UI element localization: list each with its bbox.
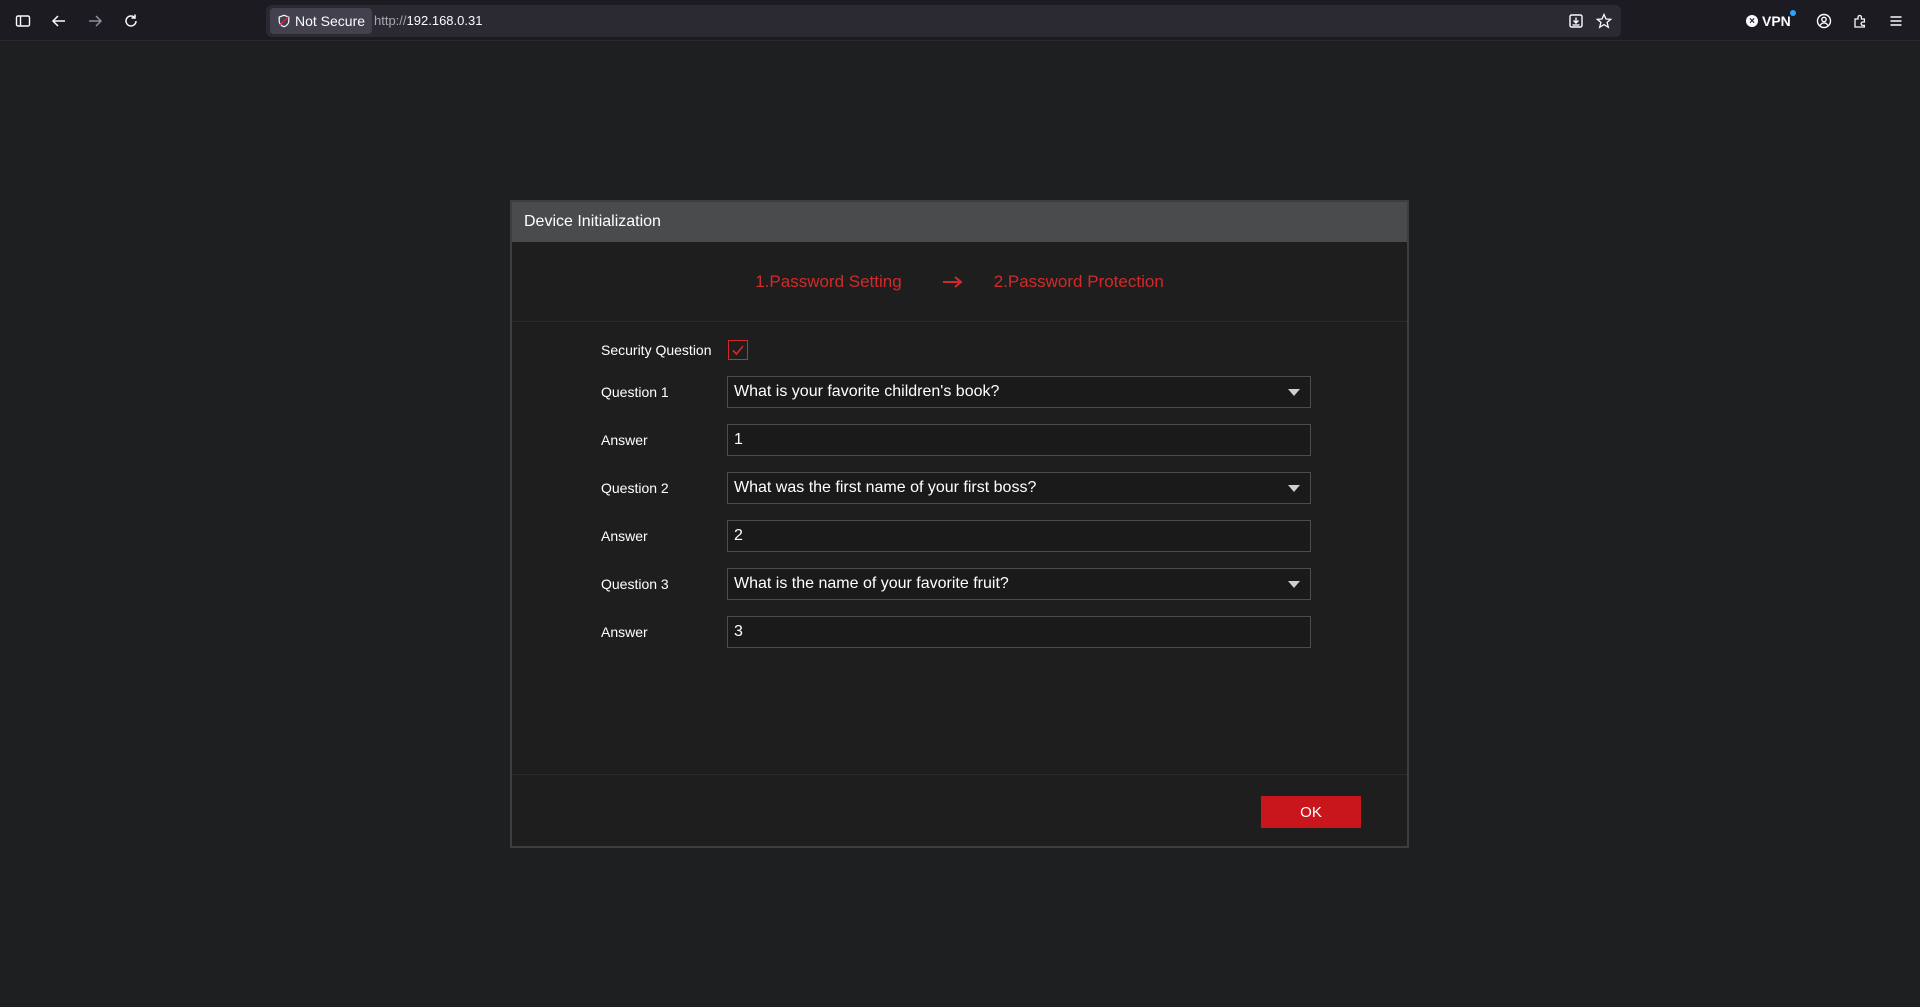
vpn-status-dot [1790, 10, 1796, 16]
reload-icon[interactable] [118, 8, 144, 34]
vpn-label: VPN [1762, 13, 1791, 29]
address-bar[interactable]: Not Secure http://192.168.0.31 [266, 5, 1621, 37]
step-indicator: 1.Password Setting 2.Password Protection [512, 242, 1407, 322]
url-host: 192.168.0.31 [406, 13, 483, 28]
answer-2-label: Answer [601, 528, 648, 544]
question-2-select[interactable]: What was the first name of your first bo… [727, 472, 1311, 504]
url-text[interactable]: http://192.168.0.31 [374, 13, 482, 28]
device-initialization-dialog: Device Initialization 1.Password Setting… [510, 200, 1409, 848]
question-1-select[interactable]: What is your favorite children's book? [727, 376, 1311, 408]
answer-2-input[interactable]: 2 [727, 520, 1311, 552]
vpn-button[interactable]: × VPN [1746, 11, 1791, 31]
sidebar-toggle-icon[interactable] [10, 8, 36, 34]
step-password-setting: 1.Password Setting [755, 271, 902, 291]
url-scheme: http:// [374, 13, 407, 28]
answer-1-label: Answer [601, 432, 648, 448]
dropdown-caret-icon [1288, 485, 1300, 492]
ok-button[interactable]: OK [1261, 796, 1361, 828]
answer-2-row: Answer 2 [601, 520, 1321, 552]
answer-2-value: 2 [734, 527, 743, 544]
question-1-label: Question 1 [601, 384, 669, 400]
site-security-button[interactable]: Not Secure [270, 8, 372, 34]
answer-3-input[interactable]: 3 [727, 616, 1311, 648]
vpn-off-icon: × [1746, 15, 1758, 27]
answer-3-label: Answer [601, 624, 648, 640]
dropdown-caret-icon [1288, 581, 1300, 588]
security-label: Not Secure [295, 13, 366, 29]
account-icon[interactable] [1811, 8, 1837, 34]
shield-warning-icon [278, 14, 290, 28]
bookmark-star-icon[interactable] [1592, 9, 1616, 33]
extensions-icon[interactable] [1847, 8, 1873, 34]
browser-toolbar: Not Secure http://192.168.0.31 × VPN [0, 0, 1920, 41]
dialog-header: Device Initialization [512, 202, 1407, 242]
forward-arrow-icon[interactable] [82, 8, 108, 34]
question-2-label: Question 2 [601, 480, 669, 496]
menu-icon[interactable] [1883, 8, 1909, 34]
security-question-row: Security Question [601, 334, 1321, 366]
question-3-select[interactable]: What is the name of your favorite fruit? [727, 568, 1311, 600]
dialog-footer: OK [512, 774, 1407, 846]
checkmark-icon [732, 345, 744, 356]
dropdown-caret-icon [1288, 389, 1300, 396]
step-password-protection: 2.Password Protection [993, 271, 1164, 291]
question-3-value: What is the name of your favorite fruit? [734, 575, 1009, 592]
question-2-row: Question 2 What was the first name of yo… [601, 472, 1321, 504]
answer-3-row: Answer 3 [601, 616, 1321, 648]
back-arrow-icon[interactable] [46, 8, 72, 34]
question-3-row: Question 3 What is the name of your favo… [601, 568, 1321, 600]
question-2-value: What was the first name of your first bo… [734, 479, 1037, 496]
answer-1-value: 1 [734, 431, 743, 448]
arrow-right-icon [942, 275, 966, 289]
security-question-checkbox[interactable] [728, 340, 748, 360]
answer-1-input[interactable]: 1 [727, 424, 1311, 456]
question-1-row: Question 1 What is your favorite childre… [601, 376, 1321, 408]
security-question-label: Security Question [601, 342, 712, 358]
question-1-value: What is your favorite children's book? [734, 383, 1000, 400]
dialog-title: Device Initialization [524, 213, 661, 230]
install-page-icon[interactable] [1564, 9, 1588, 33]
question-3-label: Question 3 [601, 576, 669, 592]
answer-3-value: 3 [734, 623, 743, 640]
answer-1-row: Answer 1 [601, 424, 1321, 456]
